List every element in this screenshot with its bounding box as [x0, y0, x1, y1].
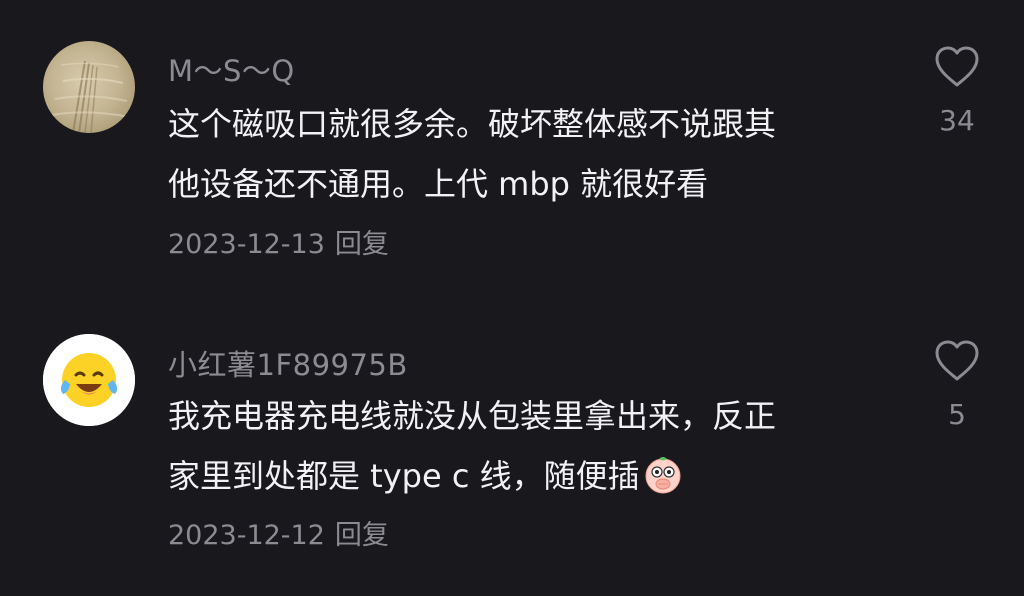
reply-button[interactable]: 回复 [335, 520, 389, 551]
laughing-tears-emoji-avatar [43, 334, 135, 426]
heart-outline-icon[interactable] [933, 339, 981, 383]
comment-text-line: 他设备还不通用。上代 mbp 就很好看 [168, 165, 709, 203]
comment-date: 2023-12-13 [168, 229, 325, 260]
comment-text-line: 我充电器充电线就没从包装里拿出来，反正 [168, 397, 777, 435]
comment-meta: 2023-12-12 回复 [168, 513, 389, 552]
comment-text: 我充电器充电线就没从包装里拿出来，反正 家里到处都是 type c 线，随便插 [168, 386, 868, 506]
like-count: 34 [939, 104, 975, 137]
like-count: 5 [948, 398, 966, 431]
heart-outline-icon[interactable] [933, 45, 981, 89]
comment-meta: 2023-12-13 回复 [168, 222, 389, 261]
username[interactable]: 小红薯1F89975B [168, 342, 408, 384]
avatar[interactable] [43, 41, 135, 133]
comment-item: M～S～Q 这个磁吸口就很多余。破坏整体感不说跟其 他设备还不通用。上代 mbp… [0, 0, 1024, 296]
avatar[interactable] [43, 334, 135, 426]
comment-text-line: 家里到处都是 type c 线，随便插 [168, 446, 868, 506]
reply-button[interactable]: 回复 [335, 229, 389, 260]
username[interactable]: M～S～Q [168, 48, 295, 90]
comment-text-segment: 家里到处都是 type c 线，随便插 [168, 457, 640, 495]
comment-date: 2023-12-12 [168, 520, 325, 551]
comment-text: 这个磁吸口就很多余。破坏整体感不说跟其 他设备还不通用。上代 mbp 就很好看 [168, 94, 868, 214]
avatar-photo [43, 41, 135, 133]
comment-text-line: 这个磁吸口就很多余。破坏整体感不说跟其 [168, 105, 777, 143]
covering-mouth-emoji-icon [642, 454, 684, 496]
comment-item: 小红薯1F89975B 我充电器充电线就没从包装里拿出来，反正 家里到处都是 t… [0, 296, 1024, 596]
